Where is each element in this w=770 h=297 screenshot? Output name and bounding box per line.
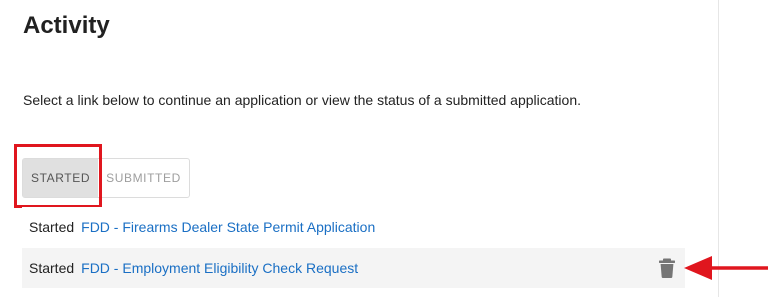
tab-submitted[interactable]: SUBMITTED: [98, 159, 189, 197]
annotation-highlight-box: [14, 144, 102, 208]
activity-panel: Activity Select a link below to continue…: [0, 0, 718, 297]
trash-icon[interactable]: [659, 258, 675, 278]
intro-text: Select a link below to continue an appli…: [23, 92, 581, 108]
application-row: Started FDD - Employment Eligibility Che…: [22, 248, 685, 288]
application-row: Started FDD - Firearms Dealer State Perm…: [22, 207, 685, 247]
application-link[interactable]: FDD - Employment Eligibility Check Reque…: [81, 260, 358, 276]
application-link[interactable]: FDD - Firearms Dealer State Permit Appli…: [81, 219, 375, 235]
application-status: Started: [29, 260, 75, 276]
page-title: Activity: [23, 12, 110, 39]
application-status: Started: [29, 219, 75, 235]
annotation-arrow-icon: [684, 256, 768, 280]
